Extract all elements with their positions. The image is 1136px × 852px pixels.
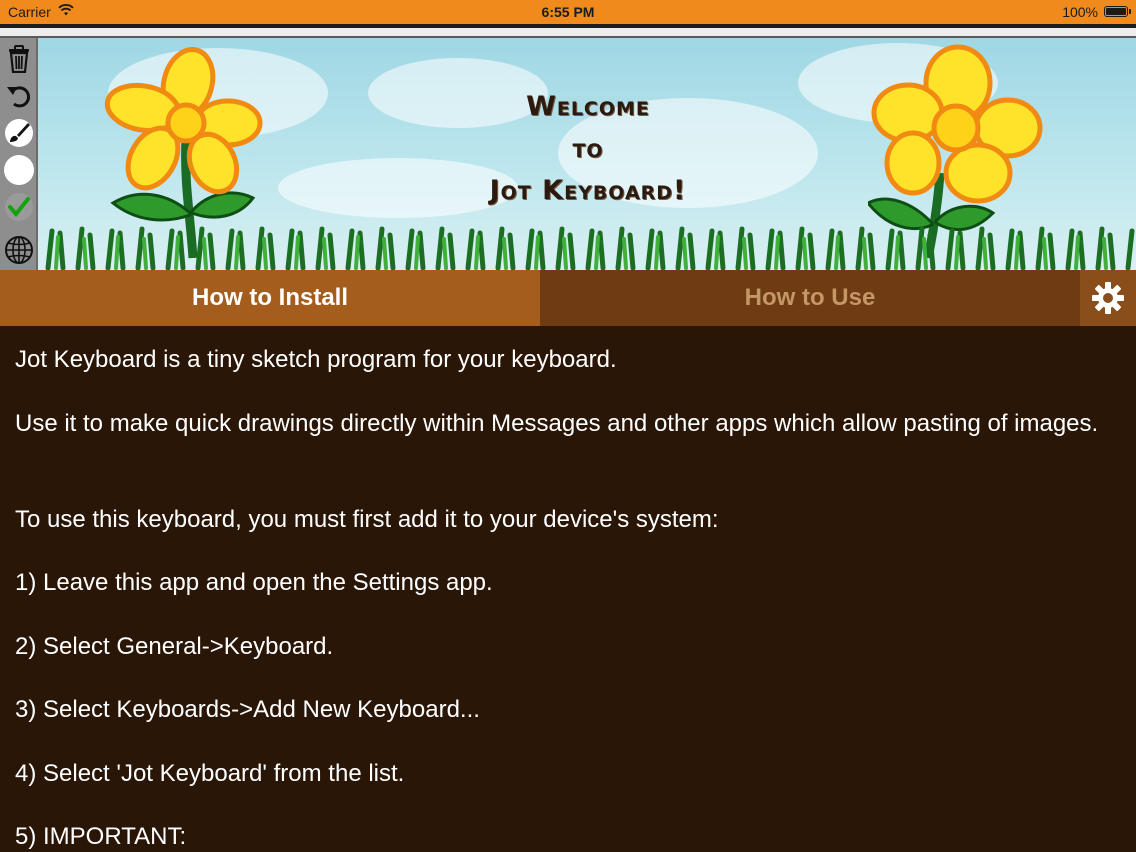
usage-paragraph: Use it to make quick drawings directly w… bbox=[15, 410, 1099, 437]
color-circle-icon[interactable] bbox=[3, 154, 35, 186]
trash-icon[interactable] bbox=[3, 43, 35, 75]
step-1: 1) Leave this app and open the Settings … bbox=[15, 569, 493, 596]
intro-paragraph: Jot Keyboard is a tiny sketch program fo… bbox=[15, 346, 617, 373]
instructions-panel[interactable]: Jot Keyboard is a tiny sketch program fo… bbox=[0, 326, 1136, 852]
settings-gear-button[interactable] bbox=[1080, 270, 1136, 326]
checkmark-icon[interactable] bbox=[3, 191, 35, 223]
battery-percent: 100% bbox=[1062, 4, 1098, 20]
battery-icon bbox=[1104, 6, 1131, 17]
tab-bar: How to Install How to Use bbox=[0, 270, 1136, 326]
gear-icon bbox=[1092, 282, 1124, 314]
banner-line-to: to bbox=[572, 133, 604, 164]
tab-how-to-use[interactable]: How to Use bbox=[540, 270, 1080, 326]
clock-time: 6:55 PM bbox=[541, 4, 595, 20]
step-2: 2) Select General->Keyboard. bbox=[15, 633, 334, 660]
banner-line-welcome: Welcome bbox=[526, 91, 650, 122]
drawing-toolbar bbox=[0, 38, 38, 270]
header-divider bbox=[0, 24, 1136, 38]
banner-title: Welcome to Jot Keyboard! bbox=[438, 86, 738, 212]
step-5: 5) IMPORTANT: bbox=[15, 823, 187, 850]
step-4: 4) Select 'Jot Keyboard' from the list. bbox=[15, 760, 405, 787]
banner-line-app-name: Jot Keyboard! bbox=[489, 175, 687, 206]
brush-icon[interactable] bbox=[3, 117, 35, 149]
status-bar: Carrier 6:55 PM 100% bbox=[0, 0, 1136, 24]
globe-icon[interactable] bbox=[3, 234, 35, 266]
undo-icon[interactable] bbox=[3, 80, 35, 112]
setup-intro-paragraph: To use this keyboard, you must first add… bbox=[15, 506, 719, 533]
welcome-banner: Welcome to Jot Keyboard! bbox=[38, 38, 1136, 270]
tab-how-to-install[interactable]: How to Install bbox=[0, 270, 540, 326]
step-3: 3) Select Keyboards->Add New Keyboard... bbox=[15, 696, 480, 723]
grass-illustration bbox=[45, 226, 1135, 270]
